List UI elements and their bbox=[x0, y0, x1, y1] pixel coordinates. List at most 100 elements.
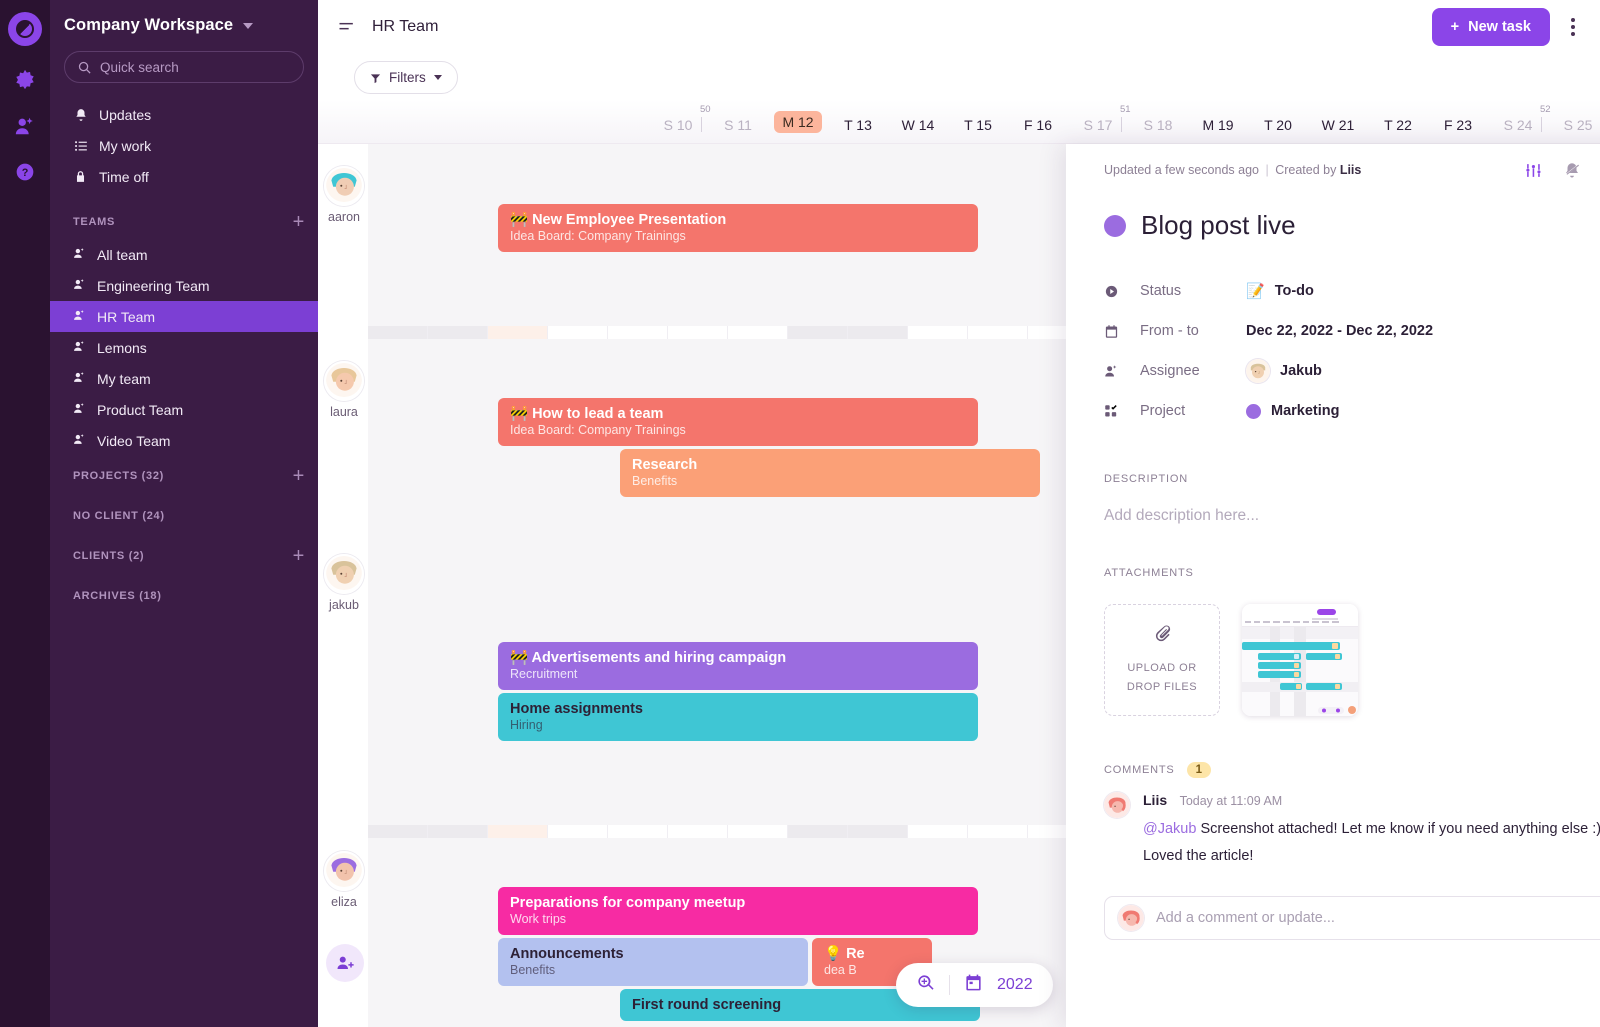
gantt-task-bar[interactable]: Announcements Benefits bbox=[498, 938, 808, 986]
add-project-icon[interactable]: + bbox=[293, 466, 305, 486]
property-value: Marketing bbox=[1246, 403, 1340, 419]
teams-section-header: TEAMS + bbox=[50, 205, 318, 239]
search-input[interactable]: Quick search bbox=[64, 51, 304, 83]
timeline-day-t-22[interactable]: T 22 bbox=[1368, 117, 1428, 143]
timeline-day-w-14[interactable]: W 14 bbox=[888, 117, 948, 143]
property-row-assignee[interactable]: Assignee Jakub bbox=[1104, 351, 1600, 391]
list-icon bbox=[73, 139, 88, 153]
zoom-widget[interactable]: 2022 bbox=[896, 963, 1053, 1007]
chevron-down-icon bbox=[243, 22, 254, 29]
timeline-day-label: F 16 bbox=[1023, 117, 1052, 133]
timeline-day-t-20[interactable]: T 20 bbox=[1248, 117, 1308, 143]
person-icon bbox=[1104, 364, 1126, 379]
sidebar-item-my-team[interactable]: My team bbox=[50, 363, 318, 394]
property-row-dates[interactable]: From - to Dec 22, 2022 - Dec 22, 2022 bbox=[1104, 311, 1600, 351]
timeline-day-s-18[interactable]: 51 S 18 bbox=[1120, 104, 1188, 143]
sidebar-item-hr-team[interactable]: HR Team bbox=[50, 301, 318, 332]
person-name: jakub bbox=[329, 598, 359, 612]
sidebar-item-product-team[interactable]: Product Team bbox=[50, 394, 318, 425]
timeline-day-m-12[interactable]: M 12 bbox=[768, 111, 828, 143]
sidebar-section-no-client[interactable]: NO CLIENT (24) bbox=[50, 496, 318, 536]
sidebar-item-time-off[interactable]: Time off bbox=[64, 161, 304, 192]
timeline-day-t-13[interactable]: T 13 bbox=[828, 117, 888, 143]
gantt-task-subtitle: Idea Board: Company Trainings bbox=[510, 423, 686, 438]
sidebar-section-label: PROJECTS (32) bbox=[73, 470, 165, 482]
gantt-task-bar[interactable]: 🚧 Advertisements and hiring campaign Recr… bbox=[498, 642, 978, 690]
property-value: Jakub bbox=[1246, 359, 1322, 383]
new-task-button[interactable]: + New task bbox=[1431, 8, 1550, 46]
people-icon[interactable] bbox=[13, 114, 37, 138]
sidebar-section-label: CLIENTS (2) bbox=[73, 550, 145, 562]
detail-title-row: Blog post live bbox=[1066, 180, 1600, 241]
mute-notifications-icon[interactable] bbox=[1562, 160, 1582, 180]
comment-mention[interactable]: @Jakub bbox=[1143, 821, 1196, 837]
sidebar-item-my-work[interactable]: My work bbox=[64, 130, 304, 161]
gantt-task-bar[interactable]: Research Benefits bbox=[620, 449, 1040, 497]
comment-item: Liis Today at 11:09 AM @Jakub Screenshot… bbox=[1066, 778, 1600, 870]
add-team-icon[interactable]: + bbox=[293, 212, 305, 232]
filters-button[interactable]: Filters bbox=[354, 60, 458, 94]
add-client-icon[interactable]: + bbox=[293, 546, 305, 566]
gear-icon[interactable] bbox=[13, 68, 37, 92]
task-title[interactable]: Blog post live bbox=[1141, 210, 1296, 241]
property-row-status[interactable]: Status 📝 To-do bbox=[1104, 271, 1600, 311]
zoom-in-icon[interactable] bbox=[916, 973, 935, 997]
timeline-day-t-15[interactable]: T 15 bbox=[948, 117, 1008, 143]
timeline-day-w-21[interactable]: W 21 bbox=[1308, 117, 1368, 143]
sidebar-item-engineering-team[interactable]: Engineering Team bbox=[50, 270, 318, 301]
attachment-thumbnail[interactable] bbox=[1242, 604, 1358, 716]
timeline-day-s-25[interactable]: 52 S 25 bbox=[1540, 104, 1600, 143]
sidebar-section-projects[interactable]: PROJECTS (32) + bbox=[50, 456, 318, 496]
main-area: HR Team + New task Filters S 10 50 S 11 M 1… bbox=[318, 0, 1600, 1027]
gantt-task-bar[interactable]: 🚧 How to lead a team Idea Board: Company … bbox=[498, 398, 978, 446]
divider bbox=[949, 975, 950, 995]
upload-dropzone[interactable]: UPLOAD OR DROP FILES bbox=[1104, 604, 1220, 716]
workspace-switcher[interactable]: Company Workspace bbox=[50, 0, 318, 49]
person-avatar-block[interactable]: aaron bbox=[322, 166, 366, 224]
sidebar-item-all-team[interactable]: All team bbox=[50, 239, 318, 270]
task-detail-panel: Updated a few seconds ago | Created by L… bbox=[1066, 144, 1600, 1027]
property-value: 📝 To-do bbox=[1246, 282, 1314, 300]
gantt-task-bar[interactable]: Home assignments Hiring bbox=[498, 693, 978, 741]
timeline-day-s-17[interactable]: S 17 bbox=[1068, 117, 1128, 143]
sidebar-section-clients[interactable]: CLIENTS (2) + bbox=[50, 536, 318, 576]
sidebar-item-label: My work bbox=[99, 137, 152, 154]
customize-icon[interactable] bbox=[1523, 160, 1543, 180]
comments-count-badge: 1 bbox=[1186, 762, 1211, 778]
sidebar-item-label: Video Team bbox=[97, 432, 171, 449]
filter-bar: Filters bbox=[318, 54, 1600, 100]
timeline-day-m-19[interactable]: M 19 bbox=[1188, 117, 1248, 143]
year-label: 2022 bbox=[997, 976, 1033, 993]
person-name: laura bbox=[330, 405, 358, 419]
comment-input[interactable]: Add a comment or update... bbox=[1104, 895, 1600, 940]
timeline-day-f-16[interactable]: F 16 bbox=[1008, 117, 1068, 143]
timeline-day-s-11[interactable]: 50 S 11 bbox=[700, 104, 768, 143]
add-person-icon[interactable] bbox=[326, 944, 364, 982]
timeline-day-label: S 11 bbox=[724, 117, 752, 133]
sidebar-section-archives[interactable]: ARCHIVES (18) bbox=[50, 576, 318, 616]
lock-icon bbox=[73, 170, 88, 183]
person-avatar-block[interactable]: laura bbox=[322, 361, 366, 419]
calendar-icon[interactable] bbox=[964, 973, 983, 997]
comment-time: Today at 11:09 AM bbox=[1179, 794, 1283, 808]
timeline-day-s-10[interactable]: S 10 bbox=[648, 117, 708, 143]
timeline-day-s-24[interactable]: S 24 bbox=[1488, 117, 1548, 143]
team-icon bbox=[73, 402, 86, 418]
sidebar-section-label: ARCHIVES (18) bbox=[73, 590, 162, 602]
gantt-task-bar[interactable]: Preparations for company meetup Work trip… bbox=[498, 887, 978, 935]
person-avatar-block[interactable]: jakub bbox=[322, 554, 366, 612]
more-options-icon[interactable] bbox=[1560, 10, 1586, 44]
sort-lines-icon[interactable] bbox=[336, 16, 358, 38]
help-icon[interactable]: ? bbox=[13, 160, 37, 184]
sidebar-item-updates[interactable]: Updates bbox=[64, 99, 304, 130]
sidebar-item-lemons[interactable]: Lemons bbox=[50, 332, 318, 363]
person-avatar-block[interactable]: eliza bbox=[322, 851, 366, 909]
sidebar-item-video-team[interactable]: Video Team bbox=[50, 425, 318, 456]
description-input[interactable]: Add description here... bbox=[1066, 485, 1600, 525]
comment-line-2: Loved the article! bbox=[1143, 847, 1254, 864]
toggl-logo-icon[interactable] bbox=[8, 12, 42, 46]
gantt-task-bar[interactable]: 🚧 New Employee Presentation Idea Board: C… bbox=[498, 204, 978, 252]
property-row-project[interactable]: Project Marketing bbox=[1104, 391, 1600, 431]
timeline-day-f-23[interactable]: F 23 bbox=[1428, 117, 1488, 143]
attachments-caption: ATTACHMENTS bbox=[1104, 567, 1194, 579]
